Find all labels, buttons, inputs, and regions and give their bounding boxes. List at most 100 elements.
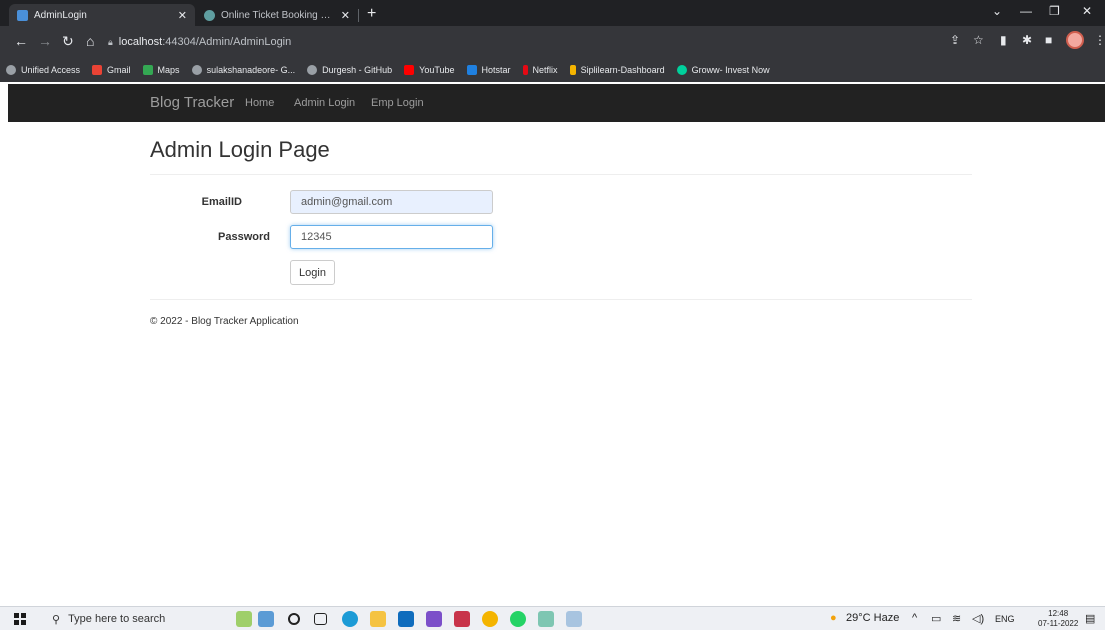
- bookmark-groww[interactable]: Groww- Invest Now: [676, 65, 770, 75]
- globe-icon: [204, 9, 215, 21]
- browser-tab-adminlogin[interactable]: AdminLogin ✕: [9, 4, 195, 26]
- bookmark-label: Maps: [157, 65, 180, 75]
- whatsapp-icon[interactable]: [510, 611, 526, 627]
- windows-start-icon[interactable]: [14, 613, 26, 625]
- netflix-icon: [522, 65, 528, 75]
- bookmark-gmail[interactable]: Gmail: [92, 65, 131, 75]
- close-icon[interactable]: ✕: [178, 9, 187, 22]
- bookmark-netflix[interactable]: Netflix: [522, 65, 558, 75]
- divider: [150, 299, 972, 300]
- browser-toolbar: ← → ↻ ⌂ 🔒︎ localhost :44304/Admin/AdminL…: [0, 26, 1105, 58]
- bookmark-label: Gmail: [107, 65, 131, 75]
- tray-chevron-icon[interactable]: ^: [912, 612, 917, 624]
- app-icon[interactable]: [566, 611, 582, 627]
- forward-icon[interactable]: →: [38, 33, 52, 49]
- bookmark-youtube[interactable]: YouTube: [404, 65, 455, 75]
- page-icon: [17, 9, 28, 21]
- brand-link[interactable]: Blog Tracker: [150, 94, 234, 111]
- new-tab-icon[interactable]: +: [367, 4, 376, 24]
- search-placeholder: Type here to search: [68, 613, 166, 625]
- tab-title: Online Ticket Booking Offers, Bu: [221, 9, 337, 21]
- bookmark-hotstar[interactable]: Hotstar: [466, 65, 511, 75]
- tab-divider: [358, 9, 359, 22]
- profile-avatar[interactable]: [1066, 31, 1084, 49]
- youtube-icon: [404, 65, 415, 75]
- windows-taskbar: ⚲ Type here to search ● 29°C Haze ^ ▭ ≋ …: [0, 606, 1105, 630]
- menu-icon[interactable]: ⋮: [1094, 33, 1105, 47]
- nav-link-admin-login[interactable]: Admin Login: [294, 97, 355, 109]
- address-bar[interactable]: 🔒︎ localhost :44304/Admin/AdminLogin: [108, 31, 1013, 53]
- bookmark-label: Netflix: [532, 65, 558, 75]
- footer-text: © 2022 - Blog Tracker Application: [150, 316, 299, 327]
- taskbar-clock[interactable]: 12:48 07-11-2022: [1038, 609, 1078, 629]
- groww-icon: [676, 65, 687, 75]
- back-icon[interactable]: ←: [14, 33, 28, 49]
- site-navbar: Blog Tracker Home Admin Login Emp Login: [8, 84, 1105, 122]
- bookmark-github-sulakshana[interactable]: sulakshanadeore- G...: [191, 65, 295, 75]
- window-close-icon[interactable]: ✕: [1082, 4, 1092, 18]
- taskbar-search[interactable]: ⚲ Type here to search: [40, 607, 230, 630]
- url-path: :44304/Admin/AdminLogin: [162, 36, 292, 48]
- gmail-icon: [92, 65, 103, 75]
- reload-icon[interactable]: ↻: [62, 33, 74, 49]
- share-icon[interactable]: ⇪: [950, 33, 960, 47]
- close-icon[interactable]: ✕: [341, 9, 350, 22]
- tab-title: AdminLogin: [34, 9, 87, 21]
- visual-studio-icon[interactable]: [426, 611, 442, 627]
- bookmark-label: Durgesh - GitHub: [322, 65, 393, 75]
- cortana-icon[interactable]: [288, 613, 300, 625]
- language-indicator[interactable]: ENG: [995, 614, 1015, 624]
- bookmark-icon: [6, 65, 16, 75]
- battery-icon[interactable]: ▭: [931, 612, 941, 625]
- bookmark-label: YouTube: [419, 65, 455, 75]
- task-view-icon[interactable]: [314, 613, 327, 625]
- github-icon: [191, 65, 202, 75]
- extension-icon[interactable]: ▮: [1000, 33, 1007, 47]
- puzzle-icon[interactable]: ✱: [1022, 33, 1032, 47]
- tab-search-icon[interactable]: ⌄: [992, 4, 1002, 18]
- chrome-icon[interactable]: [482, 611, 498, 627]
- lock-icon: 🔒︎: [108, 36, 113, 47]
- file-explorer-icon[interactable]: [370, 611, 386, 627]
- bookmark-maps[interactable]: Maps: [142, 65, 180, 75]
- bookmark-label: Unified Access: [21, 65, 81, 75]
- volume-icon[interactable]: ◁): [972, 612, 984, 625]
- sidebar-icon[interactable]: ■: [1045, 33, 1052, 47]
- page-title: Admin Login Page: [150, 137, 330, 162]
- weather-text[interactable]: 29°C Haze: [846, 612, 899, 624]
- app-icon[interactable]: [236, 611, 252, 627]
- minimize-icon[interactable]: —: [1020, 4, 1032, 18]
- bookmark-label: Hotstar: [481, 65, 511, 75]
- clock-date: 07-11-2022: [1038, 619, 1079, 628]
- simplilearn-icon: [569, 65, 576, 75]
- divider: [150, 174, 972, 175]
- email-field[interactable]: [290, 190, 493, 214]
- browser-tab-ticket-booking[interactable]: Online Ticket Booking Offers, Bu ✕: [196, 4, 358, 26]
- nav-link-home[interactable]: Home: [245, 97, 274, 109]
- login-button[interactable]: Login: [290, 260, 335, 285]
- restore-icon[interactable]: ❐: [1049, 4, 1060, 18]
- app-icon[interactable]: [538, 611, 554, 627]
- github-icon: [307, 65, 318, 75]
- browser-tab-strip: AdminLogin ✕ Online Ticket Booking Offer…: [0, 0, 1105, 26]
- nav-link-emp-login[interactable]: Emp Login: [371, 97, 424, 109]
- bookmark-github-durgesh[interactable]: Durgesh - GitHub: [307, 65, 392, 75]
- bookmark-unified-access[interactable]: Unified Access: [6, 65, 80, 75]
- weather-icon[interactable]: ●: [830, 612, 837, 624]
- bookmarks-bar: Unified Access Gmail Maps sulakshanadeor…: [0, 58, 1105, 82]
- edge-icon[interactable]: [342, 611, 358, 627]
- search-icon: ⚲: [52, 613, 61, 626]
- visual-studio-alt-icon[interactable]: [454, 611, 470, 627]
- password-field[interactable]: [290, 225, 493, 249]
- bookmark-label: Siplilearn-Dashboard: [580, 65, 665, 75]
- maps-icon: [142, 65, 153, 75]
- notification-icon[interactable]: ▤: [1085, 612, 1095, 625]
- wifi-icon[interactable]: ≋: [952, 612, 961, 625]
- mail-icon[interactable]: [398, 611, 414, 627]
- app-icon[interactable]: [258, 611, 274, 627]
- bookmark-star-icon[interactable]: ☆: [973, 33, 984, 47]
- home-icon[interactable]: ⌂: [86, 33, 94, 49]
- bookmark-simplilearn[interactable]: Siplilearn-Dashboard: [569, 65, 665, 75]
- password-label: Password: [218, 231, 270, 243]
- bookmark-label: Groww- Invest Now: [691, 65, 770, 75]
